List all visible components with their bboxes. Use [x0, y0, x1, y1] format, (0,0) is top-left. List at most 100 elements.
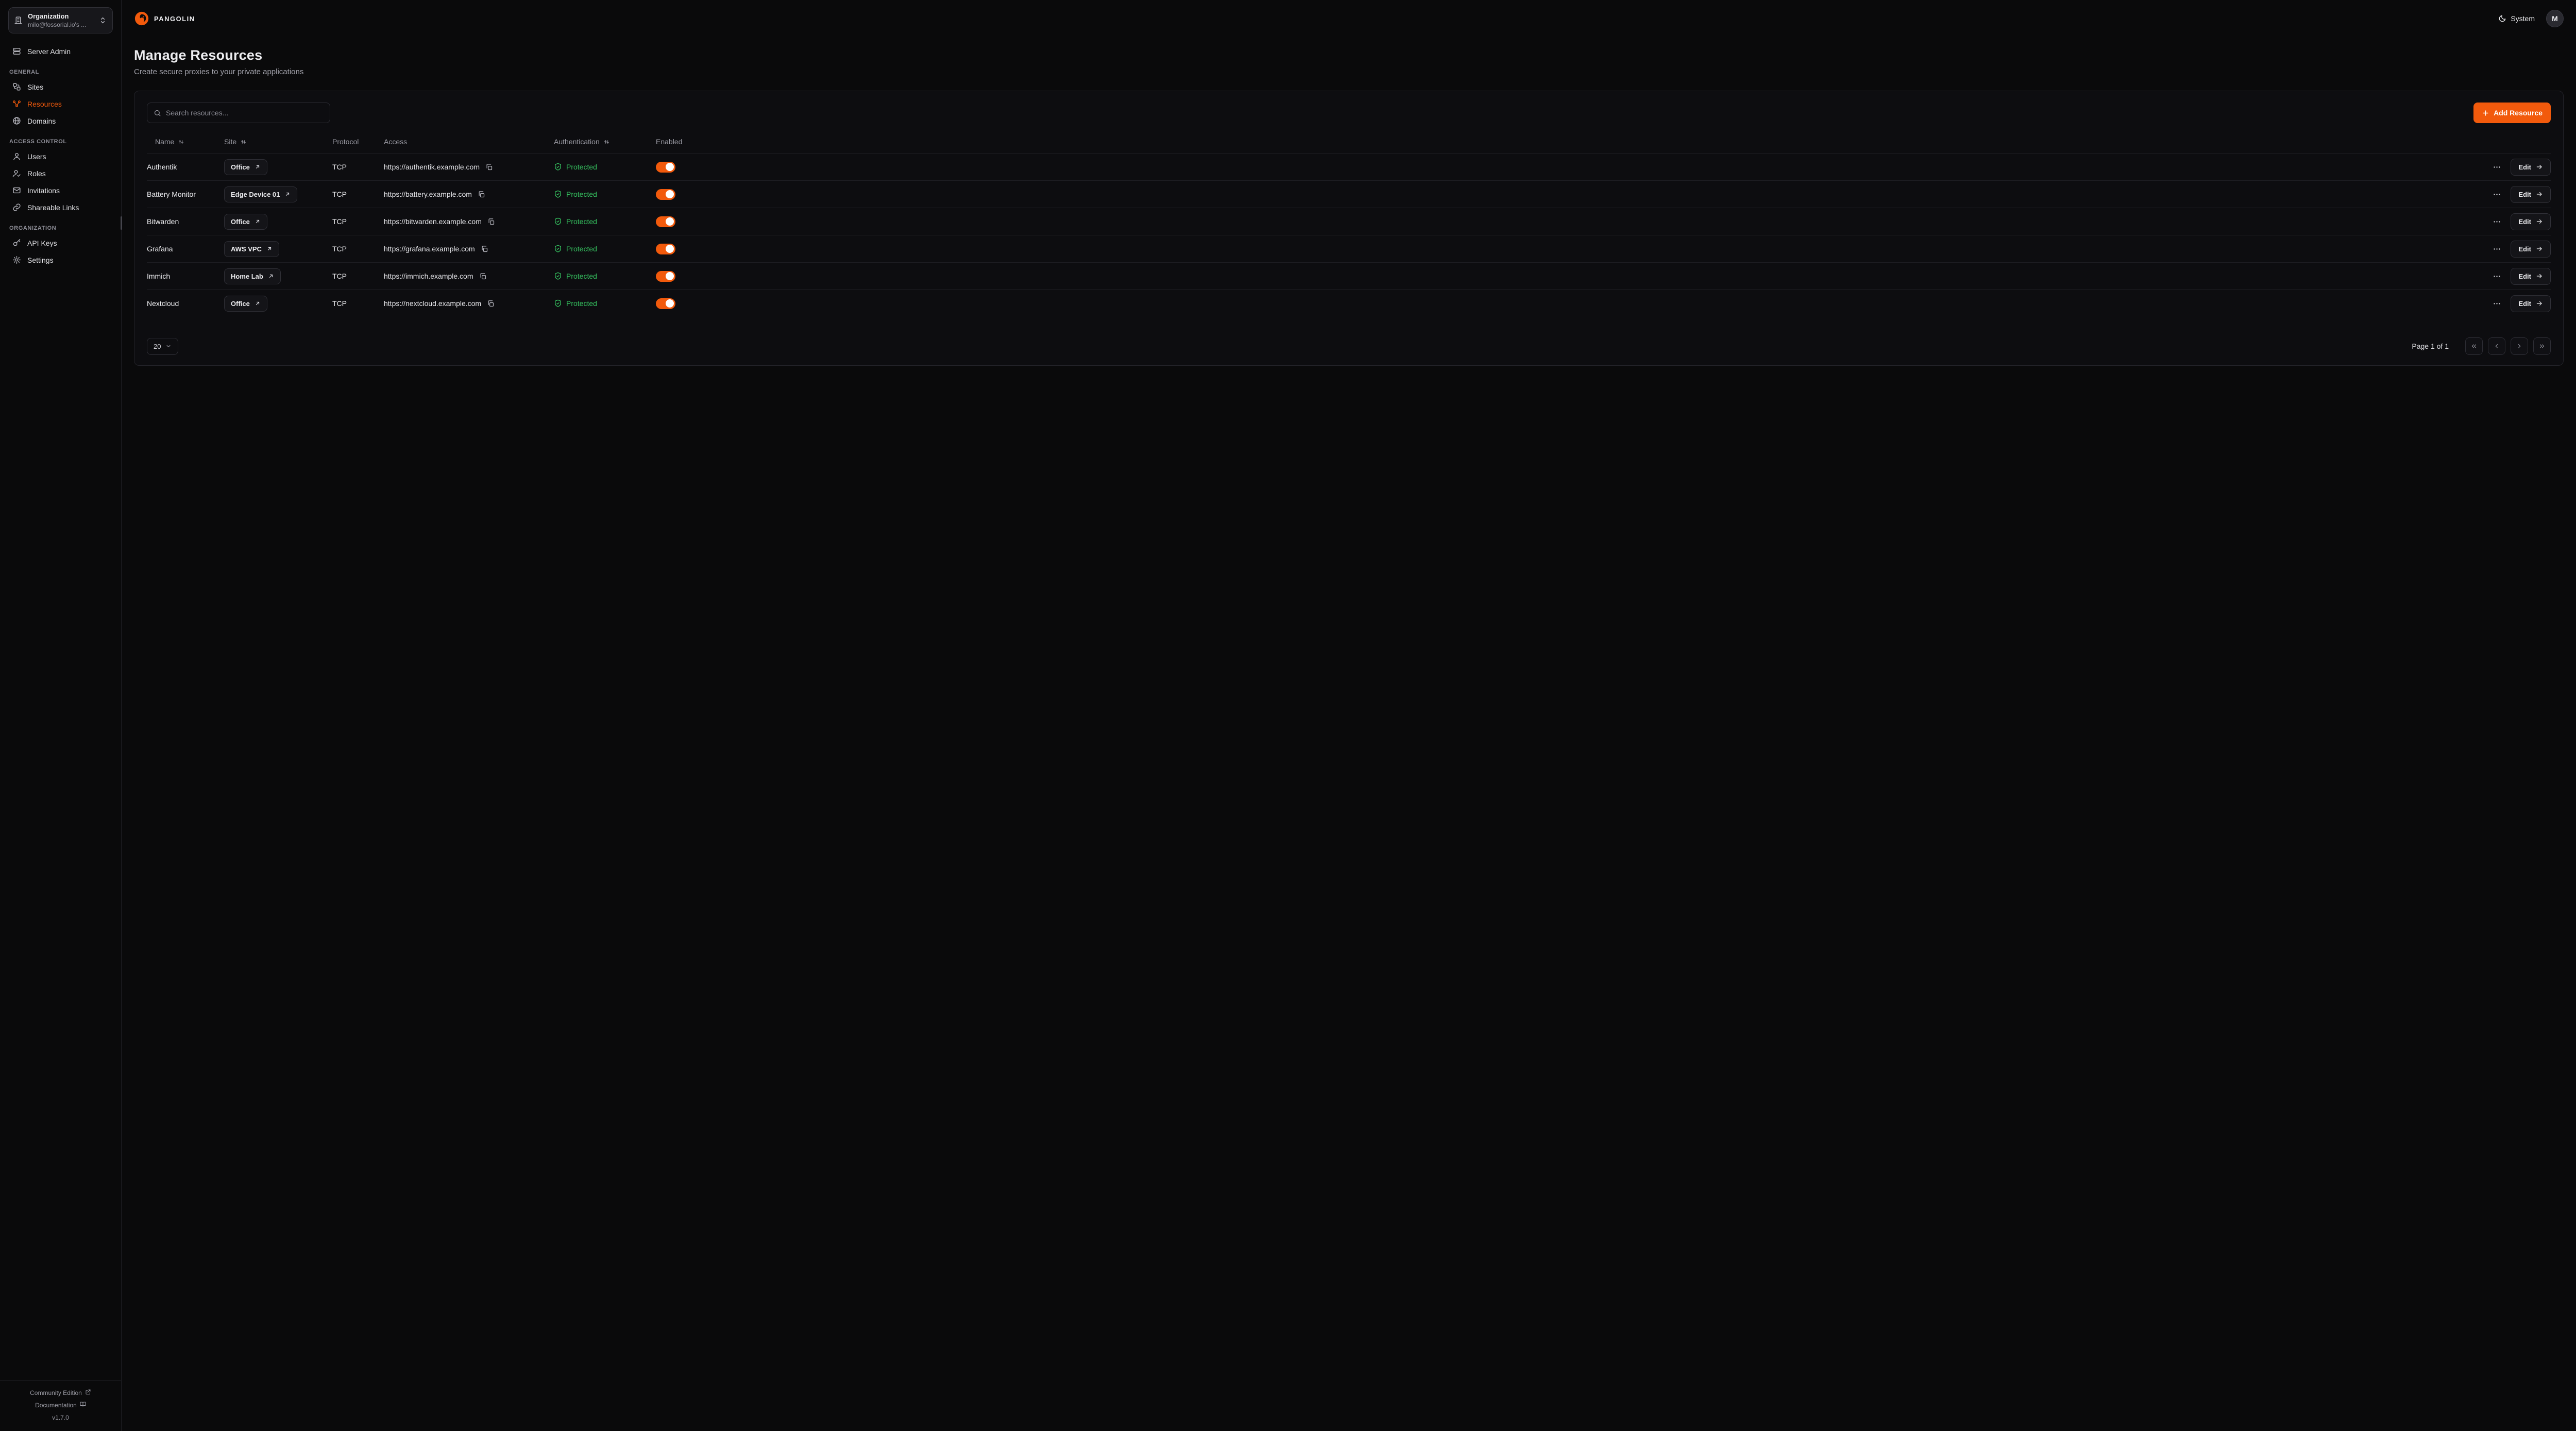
- shield-check-icon: [554, 190, 562, 198]
- row-menu-button[interactable]: [2490, 161, 2503, 174]
- theme-toggle[interactable]: System: [2498, 14, 2535, 23]
- resource-name: Immich: [147, 272, 224, 280]
- edit-button[interactable]: Edit: [2511, 159, 2551, 176]
- edit-button[interactable]: Edit: [2511, 186, 2551, 203]
- column-header-authentication[interactable]: Authentication: [554, 138, 656, 146]
- chevron-right-icon: [2516, 343, 2523, 350]
- avatar[interactable]: M: [2546, 10, 2564, 27]
- search-icon: [154, 109, 161, 117]
- page-info: Page 1 of 1: [2412, 342, 2449, 350]
- resource-name: Bitwarden: [147, 217, 224, 226]
- external-link-icon: [255, 300, 261, 306]
- shield-check-icon: [554, 245, 562, 253]
- sidebar-item-domains[interactable]: Domains: [8, 112, 113, 129]
- column-header-name[interactable]: Name: [147, 138, 224, 146]
- community-edition-link[interactable]: Community Edition: [4, 1387, 117, 1399]
- authentication-cell: Protected: [554, 217, 656, 226]
- sidebar-item-shareable-links[interactable]: Shareable Links: [8, 199, 113, 216]
- user-icon: [12, 152, 21, 161]
- access-cell: https://authentik.example.com: [384, 162, 554, 172]
- access-url: https://battery.example.com: [384, 190, 472, 198]
- site-cell: Office: [224, 214, 332, 230]
- add-resource-button[interactable]: Add Resource: [2473, 103, 2551, 123]
- site-link-button[interactable]: Edge Device 01: [224, 186, 297, 202]
- protocol-cell: TCP: [332, 190, 384, 198]
- enabled-cell: [656, 244, 717, 254]
- enabled-cell: [656, 216, 717, 227]
- row-actions: Edit: [2490, 268, 2551, 285]
- sidebar-item-server-admin[interactable]: Server Admin: [8, 43, 113, 60]
- site-link-button[interactable]: Office: [224, 159, 267, 175]
- edit-button[interactable]: Edit: [2511, 241, 2551, 258]
- book-icon: [80, 1399, 86, 1411]
- enabled-toggle[interactable]: [656, 271, 675, 282]
- edit-button[interactable]: Edit: [2511, 213, 2551, 230]
- sidebar-item-resources[interactable]: Resources: [8, 95, 113, 112]
- gear-icon: [12, 255, 21, 264]
- row-menu-button[interactable]: [2490, 270, 2503, 283]
- row-menu-button[interactable]: [2490, 188, 2503, 201]
- table-row: Immich Home Lab TCP https://immich.examp…: [147, 262, 2551, 289]
- search-input[interactable]: [166, 109, 324, 117]
- copy-icon[interactable]: [486, 299, 496, 309]
- column-header-enabled: Enabled: [656, 138, 717, 146]
- copy-icon[interactable]: [477, 190, 486, 199]
- sidebar-item-sites[interactable]: Sites: [8, 78, 113, 95]
- site-link-button[interactable]: AWS VPC: [224, 241, 279, 257]
- authentication-cell: Protected: [554, 245, 656, 253]
- arrow-right-icon: [2536, 272, 2543, 280]
- arrow-right-icon: [2536, 191, 2543, 198]
- org-selector[interactable]: Organization milo@fossorial.io's ...: [8, 7, 113, 33]
- enabled-toggle[interactable]: [656, 298, 675, 309]
- edit-button[interactable]: Edit: [2511, 268, 2551, 285]
- search-box: [147, 103, 330, 123]
- edit-button[interactable]: Edit: [2511, 295, 2551, 312]
- sidebar-item-api-keys[interactable]: API Keys: [8, 234, 113, 251]
- page-size-select[interactable]: 20: [147, 338, 178, 355]
- site-link-button[interactable]: Office: [224, 296, 267, 312]
- protocol-cell: TCP: [332, 217, 384, 226]
- copy-icon[interactable]: [478, 271, 488, 281]
- site-link-button[interactable]: Home Lab: [224, 268, 281, 284]
- sidebar-item-label: Sites: [27, 83, 43, 91]
- sidebar-item-roles[interactable]: Roles: [8, 165, 113, 182]
- row-menu-button[interactable]: [2490, 243, 2503, 255]
- first-page-button[interactable]: [2465, 337, 2483, 355]
- sidebar-resize-handle[interactable]: [121, 216, 122, 230]
- sidebar-item-users[interactable]: Users: [8, 148, 113, 165]
- enabled-toggle[interactable]: [656, 216, 675, 227]
- enabled-cell: [656, 189, 717, 200]
- sidebar-item-label: Domains: [27, 117, 56, 125]
- topbar: PANGOLIN System M: [134, 7, 2564, 30]
- last-page-button[interactable]: [2533, 337, 2551, 355]
- next-page-button[interactable]: [2511, 337, 2528, 355]
- row-actions: Edit: [2490, 241, 2551, 258]
- plus-icon: [2482, 109, 2489, 117]
- copy-icon[interactable]: [480, 244, 489, 254]
- sidebar-item-invitations[interactable]: Invitations: [8, 182, 113, 199]
- column-header-site[interactable]: Site: [224, 138, 332, 146]
- copy-icon[interactable]: [484, 162, 494, 172]
- access-url: https://authentik.example.com: [384, 163, 480, 171]
- access-cell: https://immich.example.com: [384, 271, 554, 281]
- access-cell: https://grafana.example.com: [384, 244, 554, 254]
- table-row: Bitwarden Office TCP https://bitwarden.e…: [147, 208, 2551, 235]
- key-icon: [12, 238, 21, 247]
- enabled-toggle[interactable]: [656, 189, 675, 200]
- row-menu-button[interactable]: [2490, 215, 2503, 228]
- enabled-toggle[interactable]: [656, 162, 675, 173]
- copy-icon[interactable]: [486, 217, 496, 227]
- row-actions: Edit: [2490, 213, 2551, 230]
- section-label-access-control: ACCESS CONTROL: [8, 139, 113, 145]
- sidebar-nav: Server Admin GENERAL Sites Resources Do: [8, 43, 113, 268]
- authentication-cell: Protected: [554, 190, 656, 198]
- external-link-icon: [266, 246, 273, 252]
- mail-icon: [12, 186, 21, 195]
- enabled-toggle[interactable]: [656, 244, 675, 254]
- site-link-button[interactable]: Office: [224, 214, 267, 230]
- sidebar-item-settings[interactable]: Settings: [8, 251, 113, 268]
- row-menu-button[interactable]: [2490, 297, 2503, 310]
- documentation-link[interactable]: Documentation: [4, 1399, 117, 1411]
- previous-page-button[interactable]: [2488, 337, 2505, 355]
- auth-status: Protected: [566, 299, 597, 308]
